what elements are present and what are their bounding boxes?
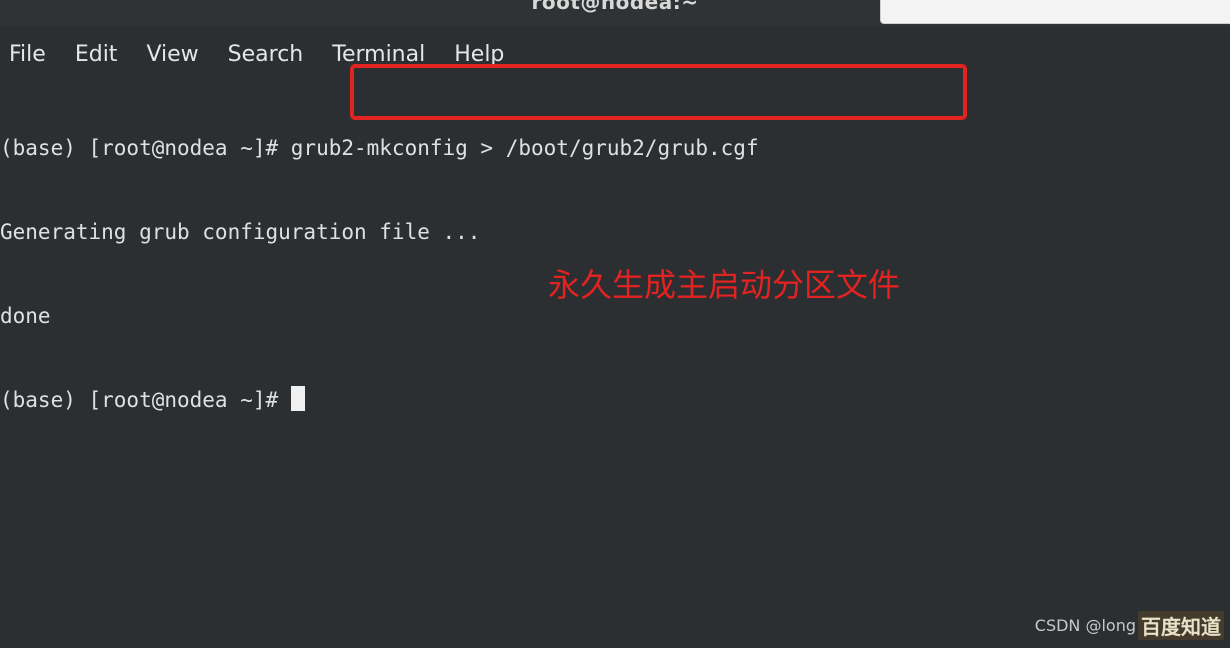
menu-file[interactable]: File — [0, 42, 46, 67]
terminal-window: root@nodea:~ File Edit View Search Termi… — [0, 0, 1230, 648]
terminal-line-prompt[interactable]: (base) [root@nodea ~]# — [0, 386, 759, 414]
terminal-line-done: done — [0, 304, 51, 328]
command-highlight-box — [350, 64, 967, 120]
title-bar: root@nodea:~ — [0, 0, 1230, 26]
prompt-text: (base) [root@nodea ~]# — [0, 388, 291, 412]
baidu-watermark: 百度知道 — [1138, 611, 1224, 640]
menu-view[interactable]: View — [136, 42, 198, 67]
watermark: CSDN @long 百度知道 — [1035, 611, 1224, 640]
menu-help[interactable]: Help — [444, 42, 504, 67]
header-search-field[interactable] — [880, 0, 1230, 24]
terminal-cursor — [290, 386, 305, 411]
menu-terminal[interactable]: Terminal — [322, 42, 425, 67]
terminal-line-generating: Generating grub configuration file ... — [0, 220, 481, 244]
terminal-line-command: (base) [root@nodea ~]# grub2-mkconfig > … — [0, 136, 759, 160]
csdn-watermark: CSDN @long — [1034, 616, 1136, 635]
menu-edit[interactable]: Edit — [65, 42, 118, 67]
menu-search[interactable]: Search — [218, 42, 304, 67]
annotation-text: 永久生成主启动分区文件 — [548, 266, 901, 304]
